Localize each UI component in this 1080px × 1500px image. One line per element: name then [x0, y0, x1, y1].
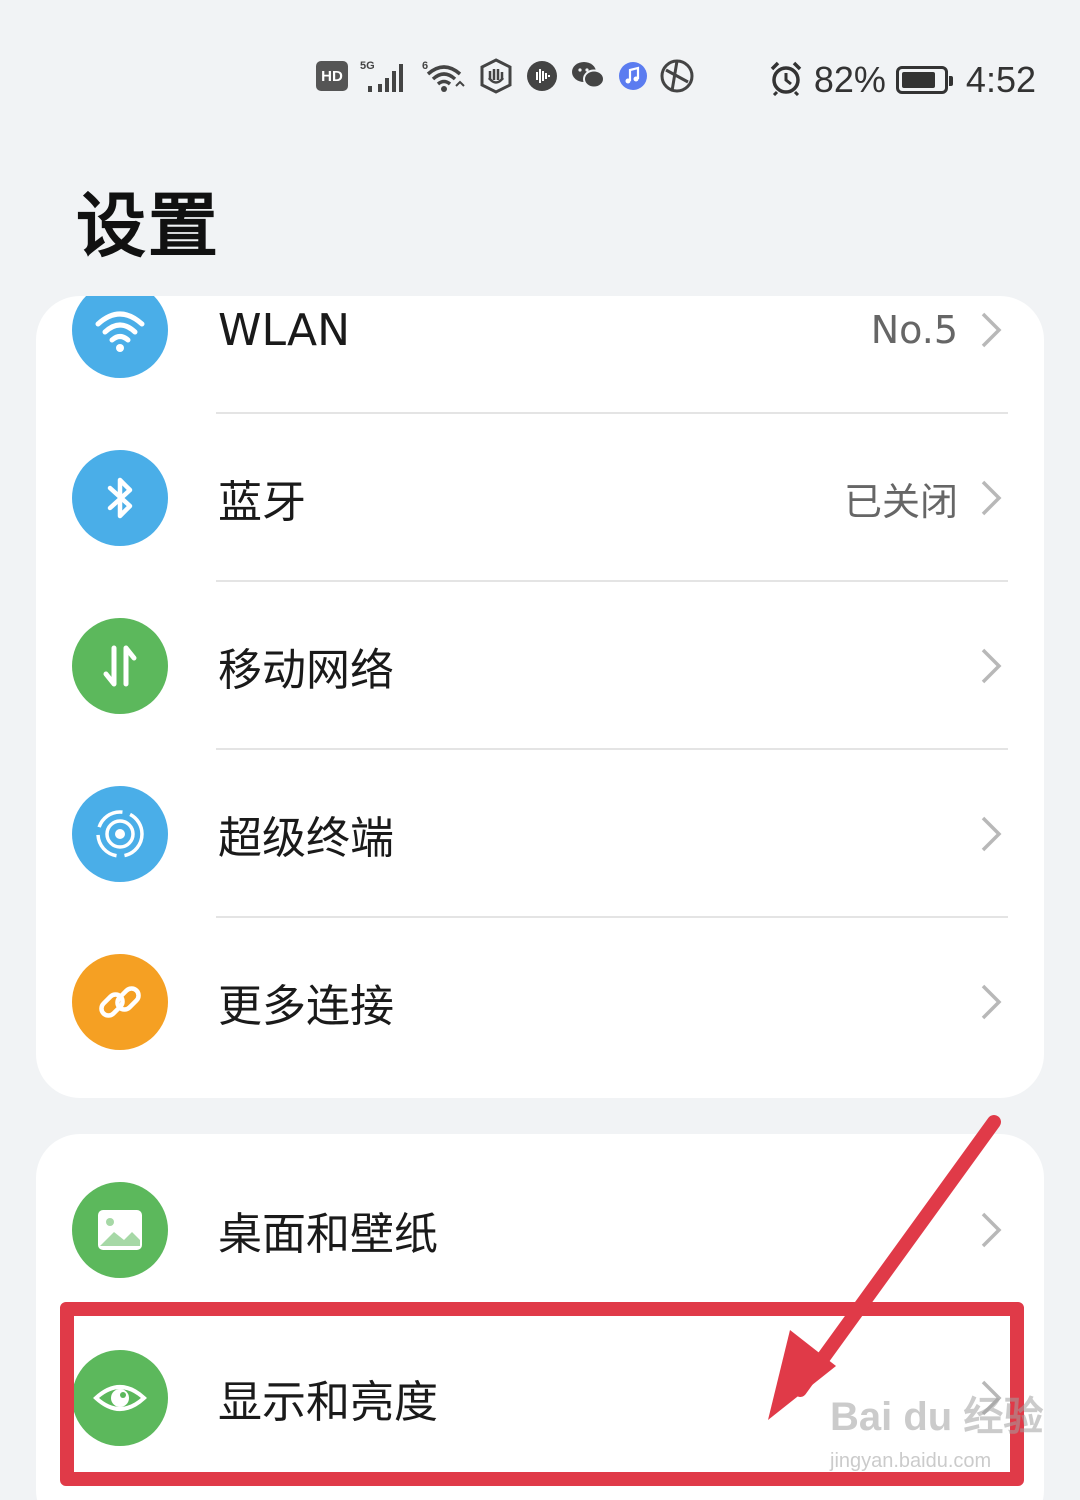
browser-icon — [660, 59, 694, 93]
settings-item-value: 已关闭 — [843, 479, 958, 524]
settings-item-wallpaper[interactable]: 桌面和壁纸 — [36, 1146, 1044, 1314]
battery-level — [901, 72, 935, 88]
wechat-icon — [570, 60, 606, 92]
settings-item-label: 更多连接 — [218, 981, 394, 1032]
wifi-6-icon: 6 — [422, 58, 466, 94]
battery-icon — [895, 66, 953, 94]
settings-item-value: No.5 — [870, 308, 958, 352]
settings-item-label: 超级终端 — [218, 813, 394, 864]
hd-icon: HD — [316, 61, 348, 91]
settings-item-label: 显示和亮度 — [218, 1377, 438, 1428]
status-bar: HD 5G 6 82% 4:52 — [0, 50, 1080, 110]
svg-text:6: 6 — [422, 60, 428, 72]
eye-icon — [72, 1350, 168, 1446]
chevron-right-icon — [981, 480, 1002, 516]
chevron-right-icon — [981, 816, 1002, 852]
chevron-right-icon — [981, 1380, 1002, 1416]
wallpaper-icon — [72, 1182, 168, 1278]
settings-item-label: WLAN — [218, 304, 351, 356]
5g-signal-icon: 5G — [360, 58, 410, 94]
battery-percent: 82% — [813, 59, 886, 100]
settings-item-label: 桌面和壁纸 — [218, 1209, 438, 1260]
settings-item-super-device[interactable]: 超级终端 — [36, 750, 1044, 918]
settings-item-wlan[interactable]: WLAN No.5 — [36, 296, 1044, 414]
chevron-right-icon — [981, 648, 1002, 684]
settings-item-mobile-network[interactable]: 移动网络 — [36, 582, 1044, 750]
clock: 4:52 — [965, 59, 1036, 100]
bluetooth-icon — [72, 450, 168, 546]
status-icons: HD 5G 6 — [316, 58, 694, 94]
settings-item-label: 蓝牙 — [218, 477, 306, 528]
chevron-right-icon — [981, 984, 1002, 1020]
hand-shield-icon — [478, 58, 514, 94]
settings-item-label: 移动网络 — [218, 645, 394, 696]
chevron-right-icon — [981, 312, 1002, 348]
chevron-right-icon — [981, 1212, 1002, 1248]
super-device-icon — [72, 786, 168, 882]
wifi-icon — [72, 296, 168, 378]
svg-text:5G: 5G — [360, 60, 375, 72]
settings-group-connectivity: WLAN No.5 蓝牙 已关闭 移动网络 超级终端 更多连接 — [36, 296, 1044, 1098]
voice-assistant-icon — [526, 60, 558, 92]
settings-item-bluetooth[interactable]: 蓝牙 已关闭 — [36, 414, 1044, 582]
music-app-icon — [618, 61, 648, 91]
status-right: 82% 4:52 — [768, 50, 1036, 110]
link-icon — [72, 954, 168, 1050]
settings-group-display: 桌面和壁纸 显示和亮度 — [36, 1134, 1044, 1500]
settings-item-more-connections[interactable]: 更多连接 — [36, 918, 1044, 1086]
mobile-data-icon — [72, 618, 168, 714]
settings-item-display-brightness[interactable]: 显示和亮度 — [36, 1314, 1044, 1482]
alarm-icon — [768, 60, 804, 100]
page-title: 设置 — [76, 185, 220, 267]
